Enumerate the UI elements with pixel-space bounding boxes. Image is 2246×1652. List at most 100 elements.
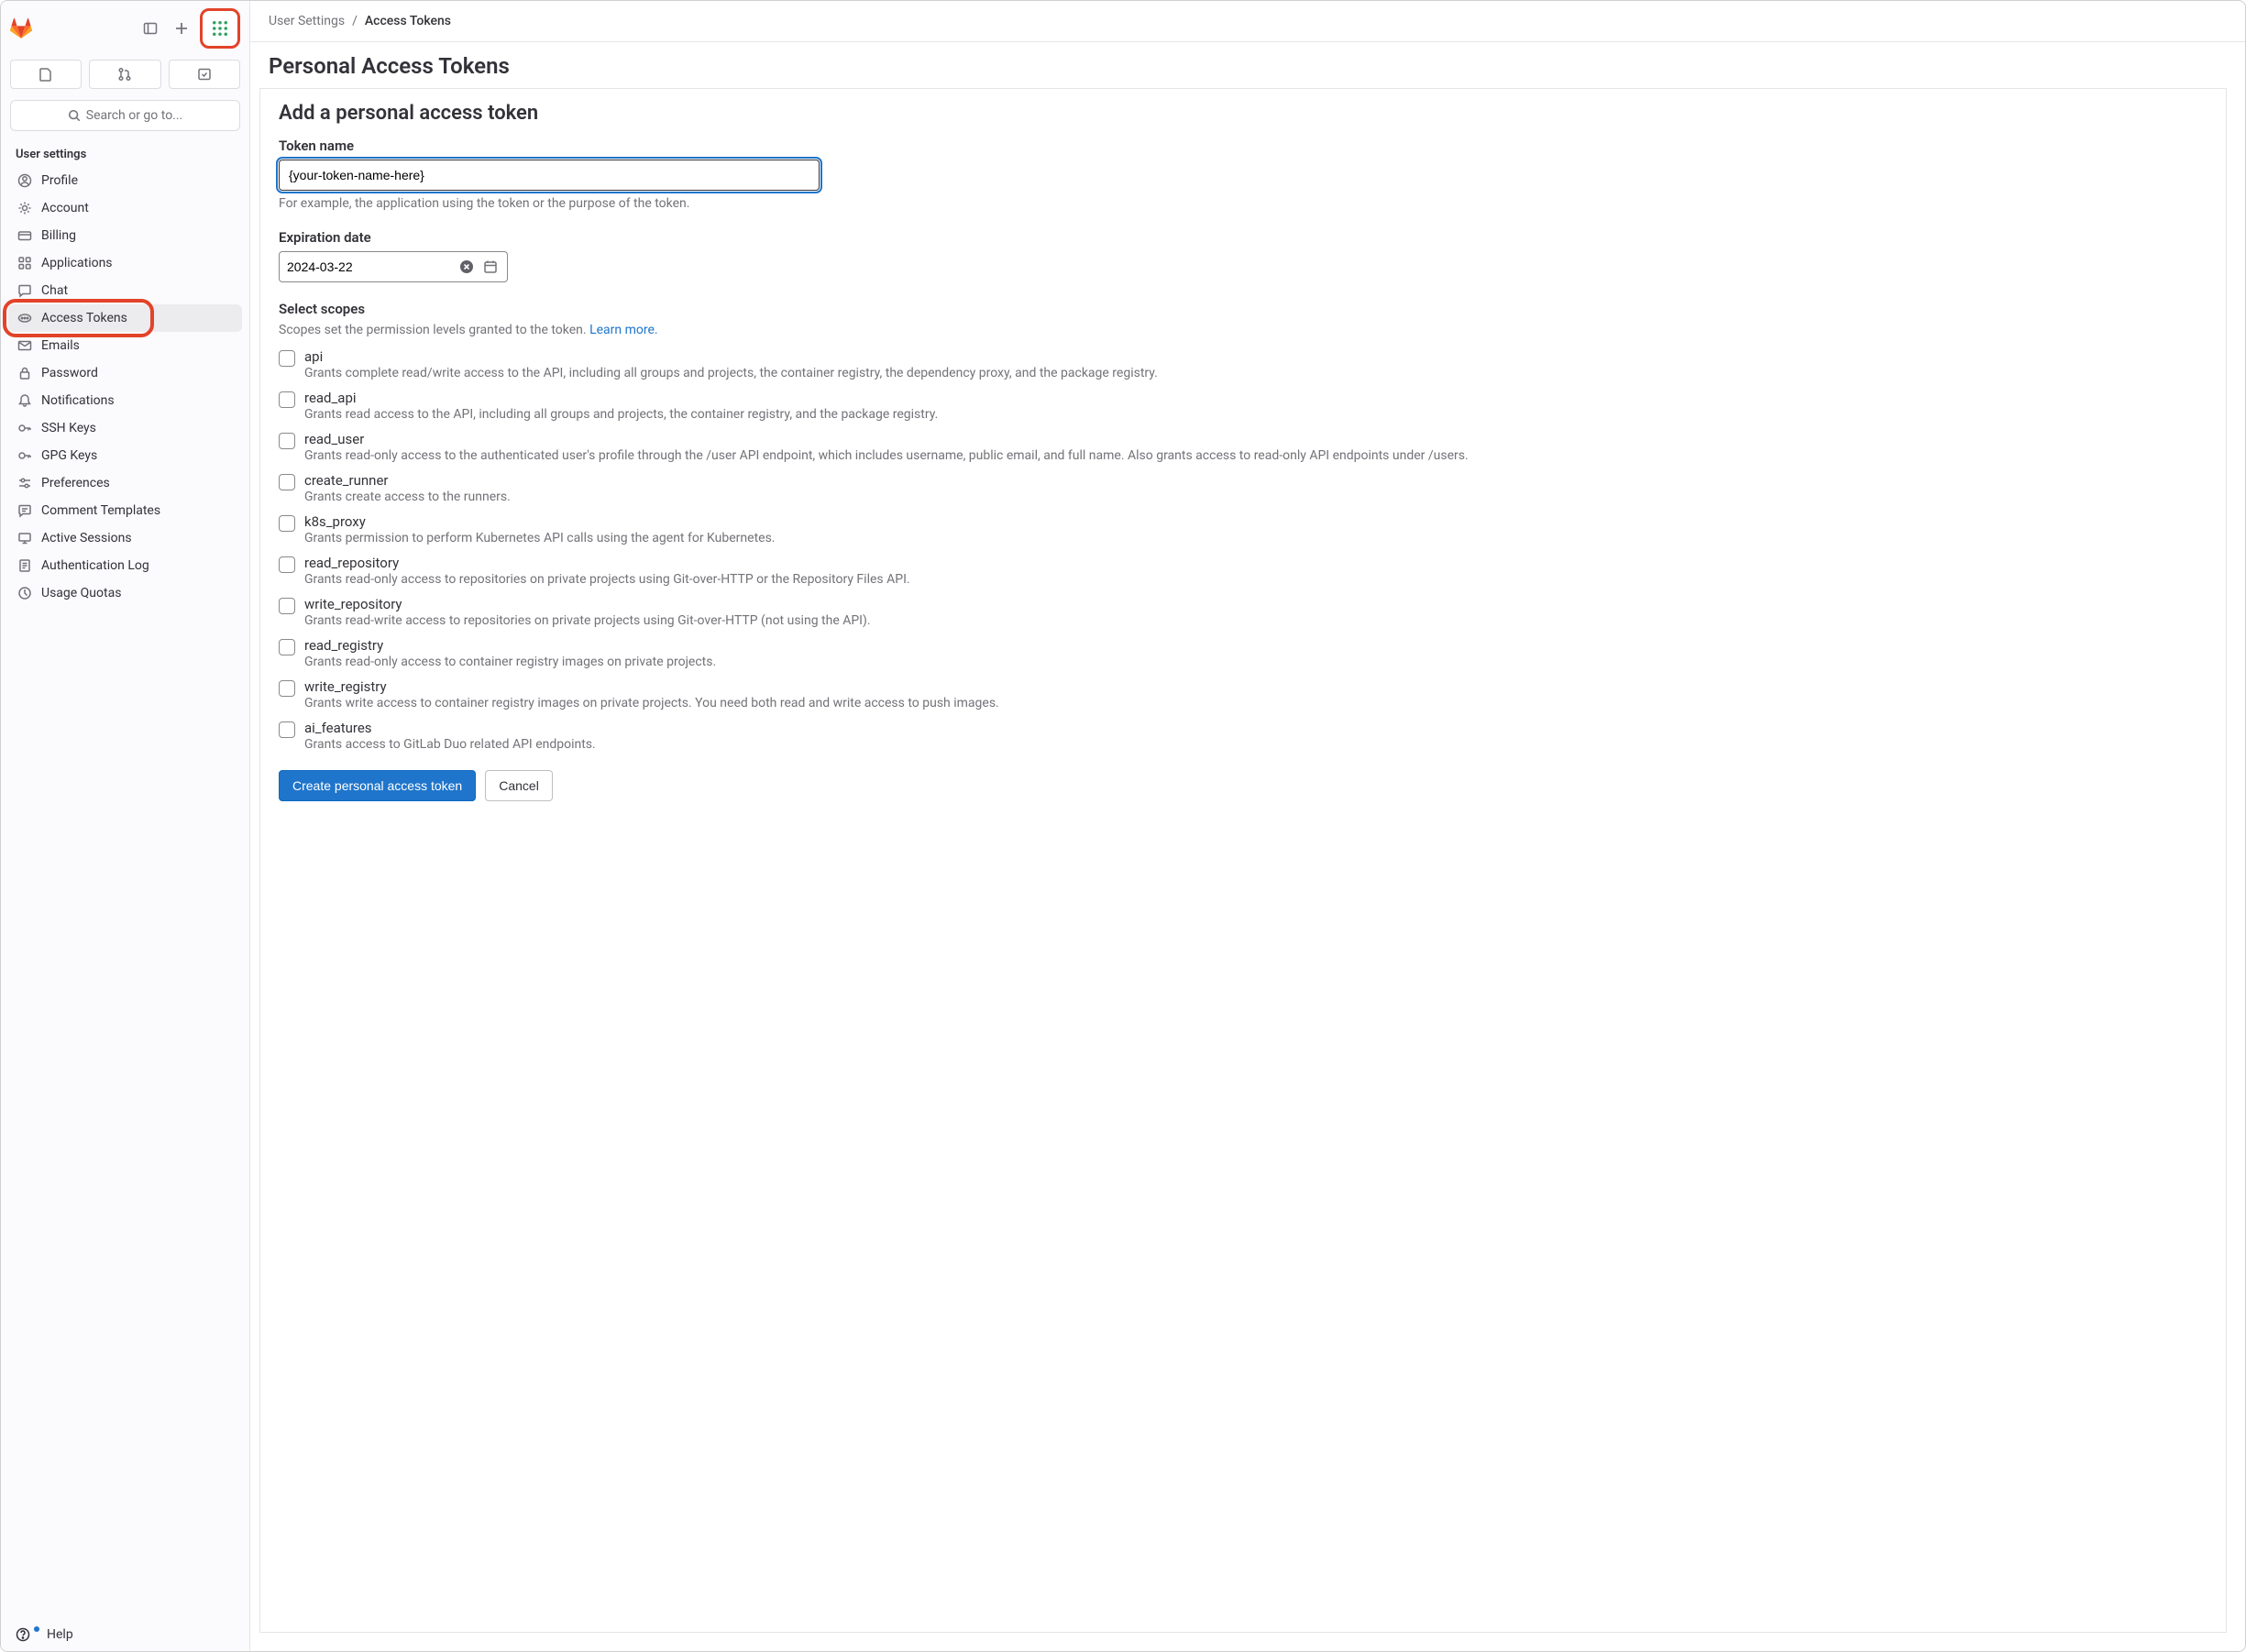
- scope-checkbox-write_registry[interactable]: [279, 680, 295, 697]
- scope-item-read_api: read_apiGrants read access to the API, i…: [279, 390, 2207, 422]
- scope-item-k8s_proxy: k8s_proxyGrants permission to perform Ku…: [279, 513, 2207, 545]
- breadcrumb-parent[interactable]: User Settings: [269, 14, 345, 28]
- help-button[interactable]: Help: [1, 1618, 249, 1651]
- clear-date-icon[interactable]: [457, 258, 476, 276]
- scope-checkbox-read_repository[interactable]: [279, 556, 295, 573]
- expiration-input[interactable]: [287, 259, 452, 274]
- sidebar-item-label: SSH Keys: [41, 421, 96, 435]
- scope-description: Grants permission to perform Kubernetes …: [304, 531, 2207, 545]
- sidebar-toggle-icon[interactable]: [138, 16, 163, 41]
- form-heading: Add a personal access token: [279, 102, 2207, 125]
- scope-name: k8s_proxy: [304, 513, 2207, 530]
- sidebar-item-label: Account: [41, 201, 89, 215]
- sidebar-item-ssh-keys[interactable]: SSH Keys: [8, 414, 242, 442]
- scope-item-read_user: read_userGrants read-only access to the …: [279, 431, 2207, 463]
- sidebar-item-preferences[interactable]: Preferences: [8, 469, 242, 497]
- help-icon: [16, 1627, 30, 1642]
- emails-icon: [17, 338, 32, 353]
- billing-icon: [17, 228, 32, 243]
- usage-quotas-icon: [17, 586, 32, 600]
- scope-description: Grants complete read/write access to the…: [304, 366, 2207, 380]
- scope-name: read_repository: [304, 555, 2207, 571]
- sidebar-item-profile[interactable]: Profile: [8, 167, 242, 194]
- scope-checkbox-ai_features[interactable]: [279, 721, 295, 738]
- breadcrumb: User Settings / Access Tokens: [250, 1, 2245, 42]
- sidebar-item-notifications[interactable]: Notifications: [8, 387, 242, 414]
- scopes-learn-more-link[interactable]: Learn more.: [589, 323, 658, 337]
- sidebar-item-active-sessions[interactable]: Active Sessions: [8, 524, 242, 552]
- sidebar-item-chat[interactable]: Chat: [8, 277, 242, 304]
- scope-description: Grants read-only access to repositories …: [304, 572, 2207, 587]
- gpg-keys-icon: [17, 448, 32, 463]
- scope-description: Grants read-only access to the authentic…: [304, 448, 2207, 463]
- sidebar-item-authentication-log[interactable]: Authentication Log: [8, 552, 242, 579]
- create-token-button[interactable]: Create personal access token: [279, 770, 476, 801]
- token-name-label: Token name: [279, 138, 2207, 154]
- sidebar-item-label: GPG Keys: [41, 448, 97, 463]
- help-notification-dot: [34, 1626, 39, 1632]
- scope-item-read_repository: read_repositoryGrants read-only access t…: [279, 555, 2207, 587]
- preferences-icon: [17, 476, 32, 490]
- scope-description: Grants read access to the API, including…: [304, 407, 2207, 422]
- scope-name: read_registry: [304, 637, 2207, 654]
- gitlab-logo[interactable]: [10, 17, 32, 39]
- sidebar-item-label: Profile: [41, 173, 78, 188]
- scope-name: write_repository: [304, 596, 2207, 612]
- help-label: Help: [47, 1627, 73, 1642]
- sidebar-item-access-tokens[interactable]: Access Tokens: [8, 304, 242, 332]
- sidebar-item-label: Preferences: [41, 476, 110, 490]
- token-name-input[interactable]: [279, 160, 820, 191]
- todos-shortcut-button[interactable]: [169, 60, 240, 89]
- scope-checkbox-create_runner[interactable]: [279, 474, 295, 490]
- calendar-icon[interactable]: [481, 258, 500, 276]
- sidebar: Search or go to... User settings Profile…: [1, 1, 250, 1651]
- main-content: User Settings / Access Tokens Personal A…: [250, 1, 2245, 1651]
- sidebar-item-password[interactable]: Password: [8, 359, 242, 387]
- scope-description: Grants read-only access to container reg…: [304, 655, 2207, 669]
- sidebar-item-label: Password: [41, 366, 98, 380]
- scope-checkbox-read_api[interactable]: [279, 391, 295, 408]
- sidebar-item-billing[interactable]: Billing: [8, 222, 242, 249]
- sidebar-item-gpg-keys[interactable]: GPG Keys: [8, 442, 242, 469]
- account-icon: [17, 201, 32, 215]
- scope-checkbox-k8s_proxy[interactable]: [279, 515, 295, 532]
- password-icon: [17, 366, 32, 380]
- scope-description: Grants create access to the runners.: [304, 490, 2207, 504]
- search-input[interactable]: Search or go to...: [10, 100, 240, 131]
- ssh-keys-icon: [17, 421, 32, 435]
- profile-icon: [17, 173, 32, 188]
- scopes-label: Select scopes: [279, 301, 2207, 317]
- scope-name: read_user: [304, 431, 2207, 447]
- scope-description: Grants read-write access to repositories…: [304, 613, 2207, 628]
- grid-menu-icon[interactable]: [200, 8, 240, 49]
- sidebar-item-label: Usage Quotas: [41, 586, 121, 600]
- scope-checkbox-read_registry[interactable]: [279, 639, 295, 655]
- scope-checkbox-api[interactable]: [279, 350, 295, 367]
- search-placeholder: Search or go to...: [86, 108, 183, 123]
- sidebar-item-label: Comment Templates: [41, 503, 160, 518]
- chat-icon: [17, 283, 32, 298]
- scope-name: read_api: [304, 390, 2207, 406]
- issues-shortcut-button[interactable]: [10, 60, 82, 89]
- cancel-button[interactable]: Cancel: [485, 770, 553, 801]
- sidebar-item-comment-templates[interactable]: Comment Templates: [8, 497, 242, 524]
- page-title: Personal Access Tokens: [250, 42, 2245, 88]
- plus-icon[interactable]: [169, 16, 194, 41]
- scope-item-write_registry: write_registryGrants write access to con…: [279, 678, 2207, 710]
- sidebar-item-label: Access Tokens: [41, 311, 127, 325]
- sidebar-item-label: Chat: [41, 283, 68, 298]
- sidebar-item-applications[interactable]: Applications: [8, 249, 242, 277]
- scope-checkbox-read_user[interactable]: [279, 433, 295, 449]
- sidebar-item-label: Authentication Log: [41, 558, 149, 573]
- comment-templates-icon: [17, 503, 32, 518]
- merge-requests-shortcut-button[interactable]: [89, 60, 160, 89]
- scope-checkbox-write_repository[interactable]: [279, 598, 295, 614]
- sidebar-item-emails[interactable]: Emails: [8, 332, 242, 359]
- scope-name: create_runner: [304, 472, 2207, 489]
- sidebar-section-header: User settings: [1, 138, 249, 167]
- scope-item-ai_features: ai_featuresGrants access to GitLab Duo r…: [279, 720, 2207, 752]
- sidebar-item-usage-quotas[interactable]: Usage Quotas: [8, 579, 242, 607]
- token-name-help: For example, the application using the t…: [279, 196, 2207, 211]
- sidebar-item-account[interactable]: Account: [8, 194, 242, 222]
- search-icon: [68, 109, 81, 122]
